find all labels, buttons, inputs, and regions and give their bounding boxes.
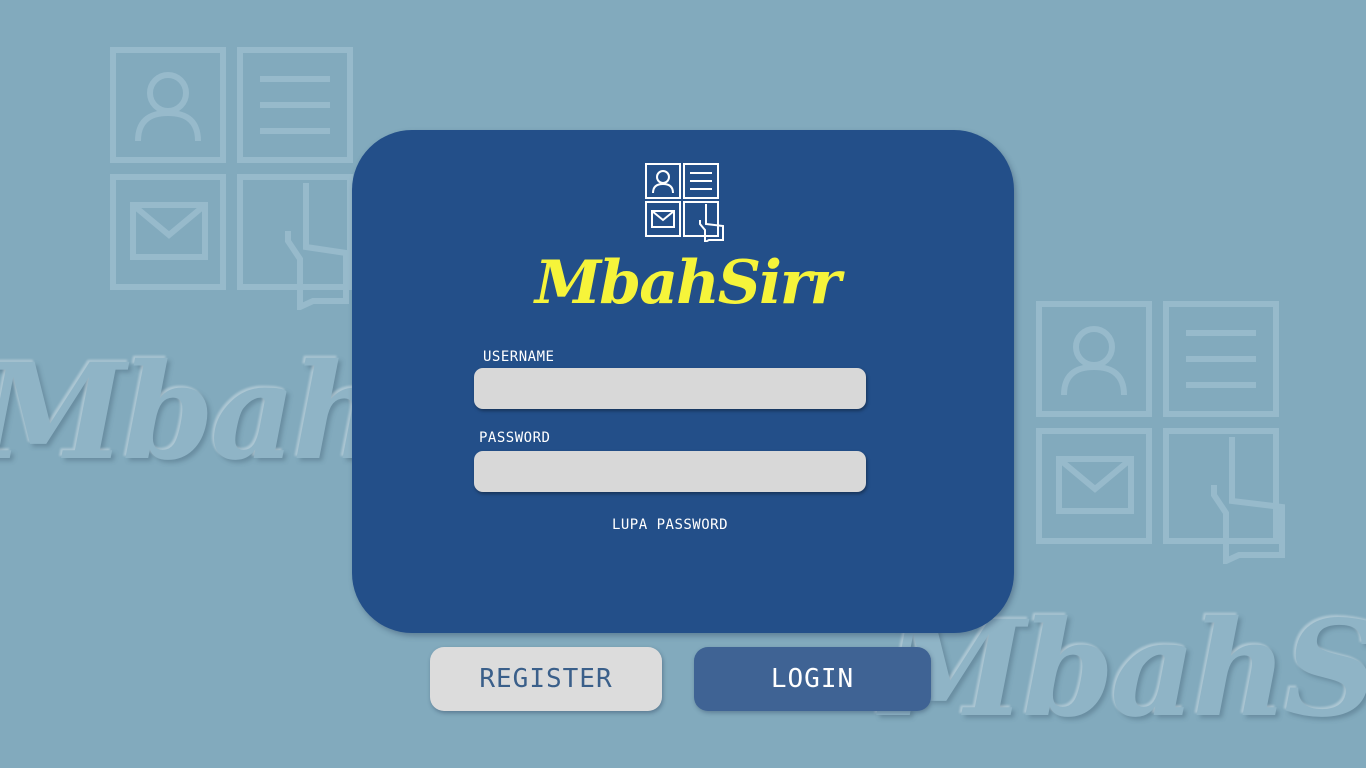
login-button[interactable]: LOGIN [694,647,931,711]
background-logo-left-icon [108,45,358,310]
password-input[interactable] [474,451,866,492]
app-logo-icon [644,162,726,244]
brand-title: MbahSirr [534,248,841,318]
login-screen: MbahSirr MbahSirr [0,0,1366,768]
login-card: MbahSirr USERNAME PASSWORD LUPA PASSWORD [352,130,1014,633]
register-button[interactable]: REGISTER [430,647,662,711]
login-button-label: LOGIN [770,664,855,694]
password-label: PASSWORD [479,430,551,446]
background-logo-right-icon [1034,299,1290,564]
forgot-password-link[interactable]: LUPA PASSWORD [352,517,988,533]
register-button-label: REGISTER [479,664,613,694]
username-label: USERNAME [483,349,555,365]
username-input[interactable] [474,368,866,409]
